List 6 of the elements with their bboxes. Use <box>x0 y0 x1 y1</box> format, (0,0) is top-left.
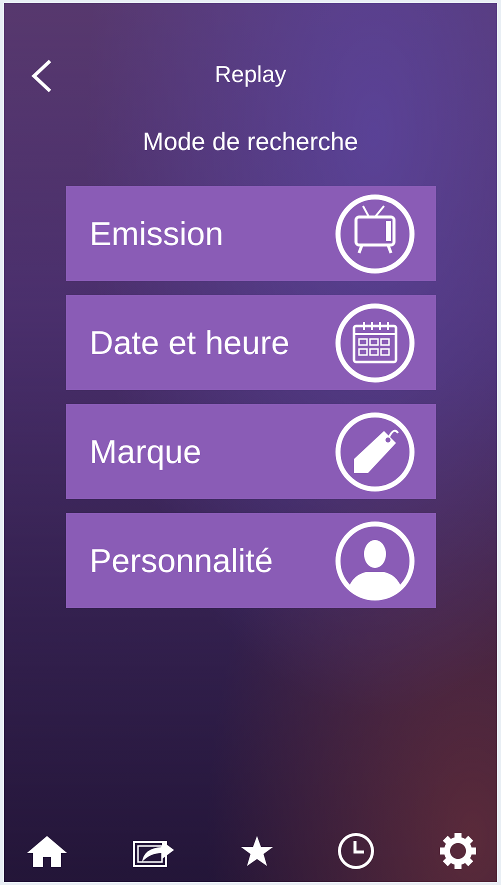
search-mode-button[interactable]: Marque <box>66 404 436 499</box>
search-mode-button[interactable]: Emission <box>66 186 436 281</box>
search-mode-button[interactable]: Date et heure <box>66 295 436 390</box>
search-mode-button[interactable]: Personnalité <box>66 513 436 608</box>
page-title: Replay <box>214 61 286 88</box>
section-heading: Mode de recherche <box>142 128 358 157</box>
